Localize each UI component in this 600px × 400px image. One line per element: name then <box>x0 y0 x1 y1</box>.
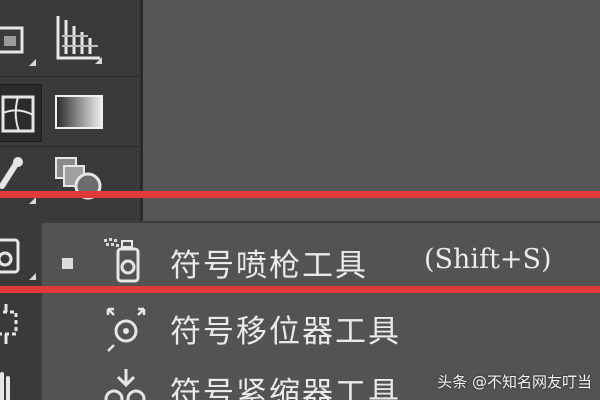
highlight-line-top <box>0 191 600 198</box>
tool-gradient[interactable] <box>50 84 108 142</box>
menu-item-label: 符号移位器工具 <box>170 314 401 350</box>
menu-item-symbol-sprayer[interactable]: 符号喷枪工具 (Shift+S) <box>42 229 600 289</box>
gradient-tool-icon <box>55 95 103 129</box>
symbol-shifter-icon <box>106 307 146 352</box>
more-tools-indicator <box>29 273 36 280</box>
tool-blend[interactable] <box>50 150 108 208</box>
tool-hand[interactable] <box>0 360 40 400</box>
tool-mesh[interactable] <box>0 84 42 142</box>
menu-item-label: 符号喷枪工具 <box>170 248 368 284</box>
illustrator-screenshot: 符号喷枪工具 (Shift+S) 符号移位器工具 符号紧缩器工具 头条 @不知名… <box>0 0 600 400</box>
watermark: 头条 @不知名网友叮当 <box>437 373 592 391</box>
symbol-scruncher-icon <box>104 369 146 400</box>
panel-separator <box>0 146 140 147</box>
artboard-icon <box>0 304 18 344</box>
panel-separator <box>0 76 140 77</box>
menu-item-label: 符号紧缩器工具 <box>170 376 401 400</box>
hand-icon <box>0 372 10 400</box>
more-tools-indicator <box>95 57 102 64</box>
tool-frame[interactable] <box>0 12 40 70</box>
tool-perspective-grid[interactable] <box>48 10 106 68</box>
blend-tool-icon <box>55 157 102 200</box>
mesh-tool-icon <box>1 95 35 133</box>
more-tools-indicator <box>29 197 36 204</box>
selected-indicator <box>62 258 73 269</box>
tool-eyedropper[interactable] <box>0 150 40 208</box>
menu-item-shortcut: (Shift+S) <box>424 244 552 275</box>
more-tools-indicator <box>29 59 36 66</box>
tool-symbol-sprayer[interactable] <box>0 226 40 284</box>
symbol-sprayer-icon <box>104 238 140 283</box>
highlight-line-bottom <box>0 286 600 293</box>
menu-item-symbol-shifter[interactable]: 符号移位器工具 <box>42 295 600 355</box>
tool-artboard[interactable] <box>0 298 40 356</box>
document-canvas[interactable] <box>143 0 600 222</box>
